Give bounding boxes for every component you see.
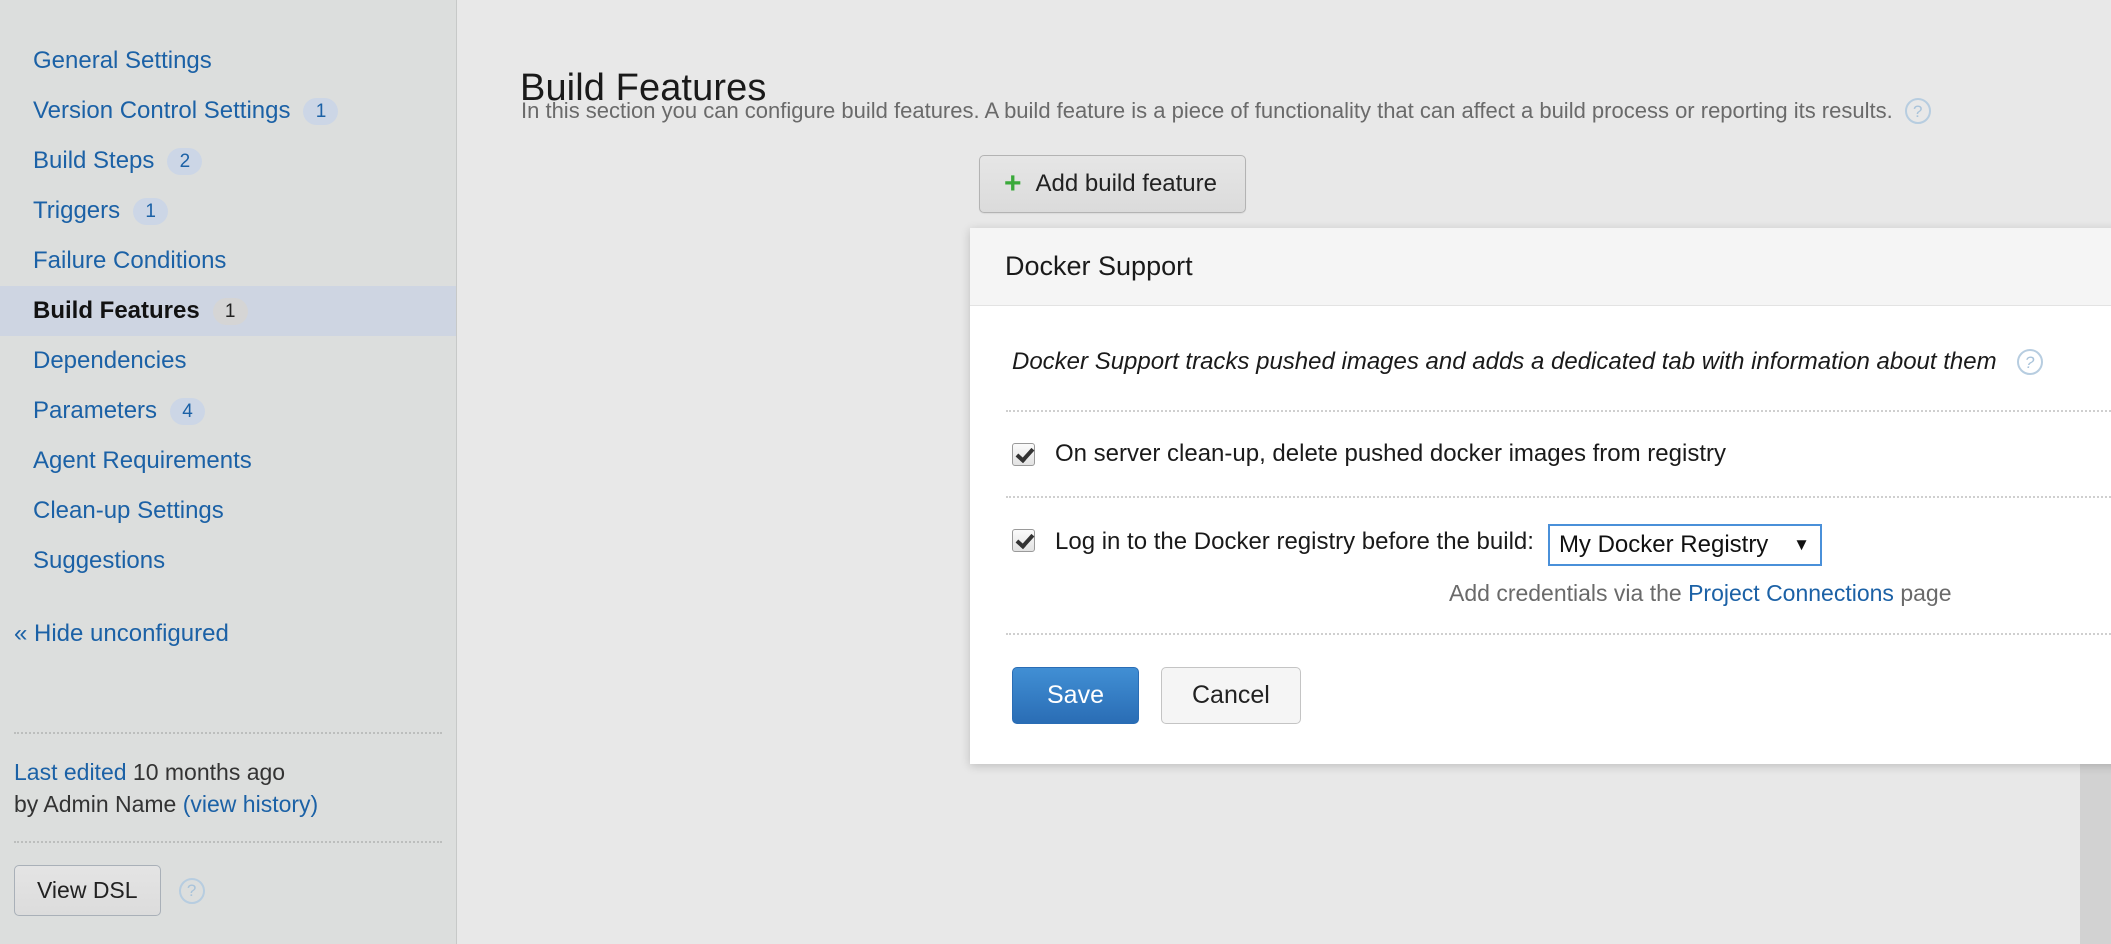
page-description-text: In this section you can configure build …	[521, 98, 1893, 124]
sidebar-item-label: Suggestions	[33, 549, 165, 573]
sidebar-footer: Last edited 10 months ago by Admin Name …	[0, 732, 456, 944]
last-edited-label[interactable]: Last edited	[14, 759, 127, 785]
credentials-hint-after: page	[1900, 580, 1951, 606]
hide-unconfigured-link[interactable]: « Hide unconfigured	[0, 610, 456, 658]
sidebar-item-label: General Settings	[33, 49, 212, 73]
last-edited-author: by Admin Name	[14, 791, 176, 817]
docker-support-dialog: Docker Support ✕ Docker Support tracks p…	[970, 228, 2111, 764]
checkbox-cleanup-delete-images[interactable]	[1012, 443, 1035, 466]
dialog-actions: Save Cancel	[1006, 635, 2111, 764]
add-build-feature-button[interactable]: + Add build feature	[979, 155, 1246, 213]
sidebar-nav-list: General Settings Version Control Setting…	[0, 0, 456, 658]
dialog-title: Docker Support	[1005, 251, 1193, 282]
checkbox-registry-login[interactable]	[1012, 529, 1035, 552]
settings-sidebar: General Settings Version Control Setting…	[0, 0, 457, 944]
question-mark-icon[interactable]: ?	[1905, 98, 1931, 124]
sidebar-item-label: Triggers	[33, 199, 120, 223]
sidebar-item-agent-requirements[interactable]: Agent Requirements	[0, 436, 456, 486]
dialog-description: Docker Support tracks pushed images and …	[1006, 306, 2111, 410]
credentials-hint-before: Add credentials via the	[1449, 580, 1682, 606]
save-button[interactable]: Save	[1012, 667, 1139, 724]
sidebar-item-badge: 1	[303, 98, 338, 125]
sidebar-item-label: Version Control Settings	[33, 99, 290, 123]
sidebar-item-badge: 2	[167, 148, 202, 175]
sidebar-item-triggers[interactable]: Triggers 1	[0, 186, 456, 236]
option-row-cleanup-delete-images[interactable]: On server clean-up, delete pushed docker…	[1006, 412, 2111, 496]
registry-select[interactable]: My Docker Registry	[1548, 524, 1822, 566]
registry-select-value: My Docker Registry	[1559, 531, 1768, 559]
dialog-header: Docker Support ✕	[970, 228, 2111, 306]
sidebar-item-label: Failure Conditions	[33, 249, 226, 273]
add-build-feature-label: Add build feature	[1036, 170, 1217, 198]
sidebar-item-badge: 1	[213, 298, 248, 325]
dialog-body: Docker Support tracks pushed images and …	[970, 306, 2111, 764]
sidebar-item-version-control-settings[interactable]: Version Control Settings 1	[0, 86, 456, 136]
credentials-hint: Add credentials via the Project Connecti…	[1449, 580, 2111, 607]
sidebar-item-label: Parameters	[33, 399, 157, 423]
sidebar-item-parameters[interactable]: Parameters 4	[0, 386, 456, 436]
sidebar-item-label: Build Features	[33, 299, 200, 323]
app-root: General Settings Version Control Setting…	[0, 0, 2111, 944]
project-connections-link[interactable]: Project Connections	[1688, 580, 1894, 606]
registry-select-wrapper: My Docker Registry ▼	[1548, 524, 1822, 566]
cancel-button[interactable]: Cancel	[1161, 667, 1301, 724]
sidebar-item-badge: 4	[170, 398, 205, 425]
last-edited-info: Last edited 10 months ago by Admin Name …	[0, 734, 456, 841]
sidebar-item-label: Dependencies	[33, 349, 186, 373]
sidebar-item-build-features[interactable]: Build Features 1	[0, 286, 456, 336]
view-history-link[interactable]: (view history)	[183, 791, 318, 817]
sidebar-item-dependencies[interactable]: Dependencies	[0, 336, 456, 386]
sidebar-item-label: Build Steps	[33, 149, 154, 173]
sidebar-item-clean-up-settings[interactable]: Clean-up Settings	[0, 486, 456, 536]
sidebar-item-build-steps[interactable]: Build Steps 2	[0, 136, 456, 186]
main-content: Build Features In this section you can c…	[458, 0, 2111, 944]
view-dsl-row: View DSL ?	[0, 843, 456, 944]
sidebar-item-label: Clean-up Settings	[33, 499, 224, 523]
sidebar-item-suggestions[interactable]: Suggestions	[0, 536, 456, 586]
plus-icon: +	[1004, 172, 1022, 196]
sidebar-item-general-settings[interactable]: General Settings	[0, 36, 456, 86]
question-mark-icon[interactable]: ?	[2017, 349, 2043, 375]
option-label: On server clean-up, delete pushed docker…	[1055, 438, 1726, 470]
question-mark-icon[interactable]: ?	[179, 878, 205, 904]
sidebar-item-failure-conditions[interactable]: Failure Conditions	[0, 236, 456, 286]
page-description: In this section you can configure build …	[521, 98, 1931, 124]
option-label: Log in to the Docker registry before the…	[1055, 524, 1534, 556]
sidebar-item-label: Agent Requirements	[33, 449, 252, 473]
last-edited-time: 10 months ago	[133, 759, 285, 785]
option-row-registry-login[interactable]: Log in to the Docker registry before the…	[1006, 498, 2111, 633]
dialog-description-text: Docker Support tracks pushed images and …	[1012, 348, 1997, 376]
registry-login-controls: Log in to the Docker registry before the…	[1055, 524, 2111, 607]
view-dsl-button[interactable]: View DSL	[14, 865, 161, 916]
sidebar-item-badge: 1	[133, 198, 168, 225]
